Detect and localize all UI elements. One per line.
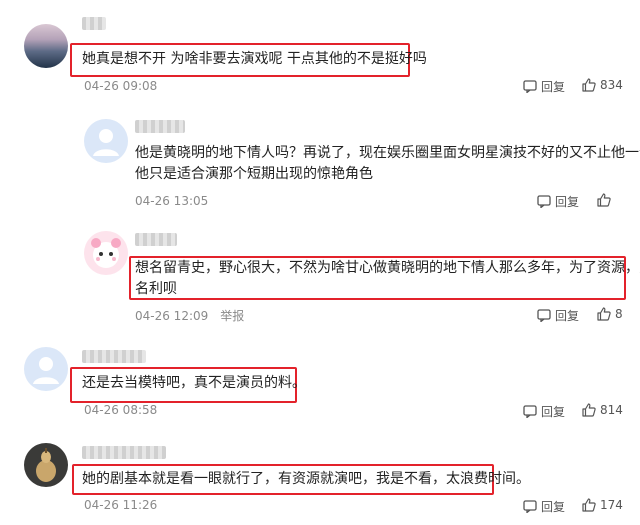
username-blurred[interactable] (82, 17, 106, 30)
like-button[interactable]: 174 (582, 498, 623, 512)
reply-icon (523, 80, 537, 93)
comment-time: 04-26 11:26 (84, 498, 158, 512)
like-button[interactable] (597, 193, 615, 207)
thumbs-up-icon (597, 307, 611, 321)
like-button[interactable]: 8 (597, 307, 623, 321)
username-blurred[interactable] (135, 120, 185, 133)
avatar[interactable] (24, 347, 68, 391)
thumbs-up-icon (582, 78, 596, 92)
username-blurred[interactable] (82, 446, 166, 459)
report-link[interactable]: 举报 (220, 309, 244, 323)
cartoon-avatar-icon (91, 238, 121, 268)
reply-button[interactable]: 回复 (523, 78, 565, 95)
reply-icon (523, 405, 537, 418)
comment-time: 04-26 08:58 (84, 403, 158, 417)
like-count: 814 (600, 403, 623, 417)
avatar[interactable] (24, 24, 68, 68)
reply-label: 回复 (555, 309, 580, 323)
comment-text: 还是去当模特吧，真不是演员的料。 (82, 375, 306, 391)
like-button[interactable]: 834 (582, 78, 623, 92)
comment-text: 想名留青史，野心很大，不然为啥甘心做黄晓明的地下情人那么多年，为了资源，为了 名… (135, 260, 640, 297)
like-count: 8 (615, 307, 623, 321)
comment-text: 他是黄晓明的地下情人吗？再说了，现在娱乐圈里面女明星演技不好的又不止他一个。 他… (135, 145, 640, 182)
like-count: 174 (600, 498, 623, 512)
thumbs-up-icon (597, 193, 611, 207)
default-user-icon (93, 129, 119, 156)
avatar[interactable] (84, 231, 128, 275)
thumbs-up-icon (582, 403, 596, 417)
gourd-avatar-icon (36, 448, 56, 482)
like-count: 834 (600, 78, 623, 92)
reply-button[interactable]: 回复 (523, 498, 565, 515)
comment-time: 04-26 13:05 (135, 194, 209, 208)
comment-time-text: 04-26 12:09 (135, 309, 209, 323)
comment-text: 她真是想不开 为啥非要去演戏呢 干点其他的不是挺好吗 (82, 51, 427, 67)
username-blurred[interactable] (82, 350, 146, 363)
comment-text: 她的剧基本就是看一眼就行了，有资源就演吧，我是不看，太浪费时间。 (82, 471, 530, 487)
username-blurred[interactable] (135, 233, 177, 246)
avatar[interactable] (84, 119, 128, 163)
reply-label: 回复 (555, 195, 580, 209)
reply-icon (523, 500, 537, 513)
reply-button[interactable]: 回复 (537, 193, 579, 210)
reply-button[interactable]: 回复 (523, 403, 565, 420)
comment-time: 04-26 09:08 (84, 79, 158, 93)
comment-time: 04-26 12:09 举报 (135, 307, 244, 324)
reply-button[interactable]: 回复 (537, 307, 579, 324)
avatar[interactable] (24, 443, 68, 487)
reply-label: 回复 (541, 80, 566, 94)
default-user-icon (33, 357, 59, 384)
like-button[interactable]: 814 (582, 403, 623, 417)
reply-icon (537, 309, 551, 322)
reply-label: 回复 (541, 405, 566, 419)
reply-label: 回复 (541, 500, 566, 514)
reply-icon (537, 195, 551, 208)
thumbs-up-icon (582, 498, 596, 512)
